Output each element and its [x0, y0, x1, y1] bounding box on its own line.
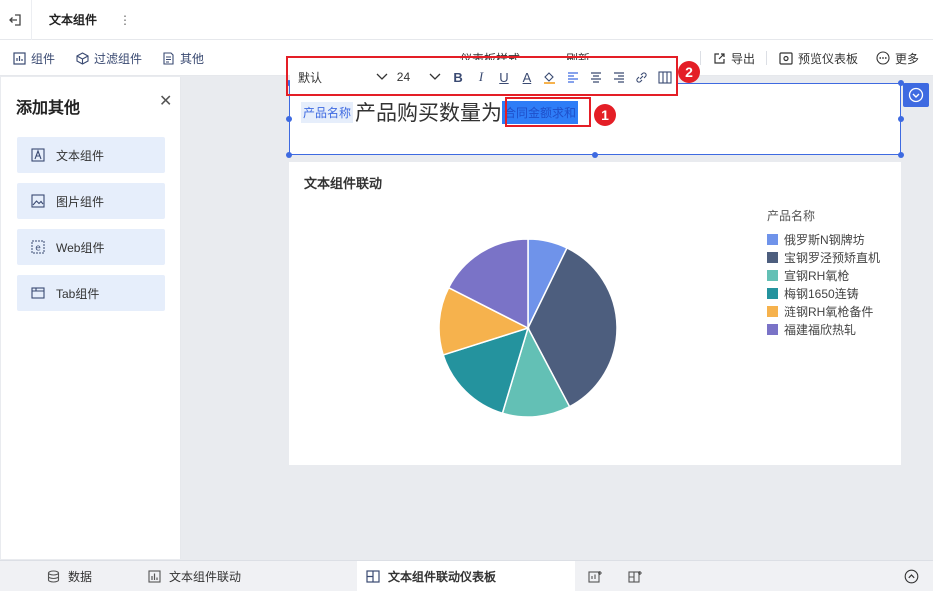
- svg-text:e: e: [35, 244, 41, 254]
- bottom-tab-bar: 数据 文本组件联动 文本组件联动仪表板: [0, 560, 933, 591]
- annotation-box-1: [505, 97, 591, 127]
- text-component-label: 文本组件: [56, 148, 105, 163]
- dashboard-icon: [366, 570, 380, 583]
- component-label: 组件: [31, 51, 56, 66]
- collapse-panel-button[interactable]: [904, 561, 919, 591]
- web-component-button[interactable]: e Web组件: [17, 229, 165, 265]
- other-button[interactable]: 其他: [162, 40, 204, 76]
- resize-handle[interactable]: [898, 152, 904, 158]
- resize-handle[interactable]: [898, 116, 904, 122]
- preview-icon: [779, 51, 793, 65]
- text-icon: [31, 148, 45, 162]
- component-menu-button[interactable]: [903, 83, 929, 107]
- cube-icon: [76, 51, 89, 65]
- legend-item[interactable]: 宝钢罗泾预矫直机: [767, 248, 880, 266]
- preview-dashboard-button[interactable]: 预览仪表板: [779, 40, 858, 76]
- legend-item[interactable]: 福建福欣热轧: [767, 320, 880, 338]
- resize-handle[interactable]: [286, 152, 292, 158]
- export-button[interactable]: 导出: [713, 40, 755, 76]
- filter-component-button[interactable]: 过滤组件: [76, 40, 142, 76]
- tab-text-component-dashboard[interactable]: 文本组件联动仪表板: [357, 561, 575, 591]
- database-icon: [47, 570, 60, 583]
- legend-label: 梅钢1650连铸: [784, 286, 859, 301]
- legend-swatch: [767, 305, 778, 317]
- document-icon: [163, 51, 174, 65]
- chart-component[interactable]: 文本组件联动 产品名称 俄罗斯N钢牌坊 宝钢罗泾预矫直机 宣钢RH氧枪 梅钢1650连…: [289, 162, 901, 465]
- legend-label: 福建福欣热轧: [784, 322, 857, 337]
- page-title: 文本组件: [49, 13, 98, 27]
- add-chart-icon: [588, 570, 602, 583]
- tab-data-label: 数据: [68, 570, 93, 584]
- more-button[interactable]: 更多: [876, 40, 919, 76]
- legend-swatch: [767, 233, 778, 245]
- toolbar-divider: [700, 51, 701, 65]
- close-icon[interactable]: ✕: [159, 94, 172, 110]
- legend-item[interactable]: 宣钢RH氧枪: [767, 266, 880, 284]
- component-button[interactable]: 组件: [13, 40, 55, 76]
- image-icon: [31, 194, 45, 208]
- legend-title: 产品名称: [767, 209, 816, 223]
- legend-label: 涟钢RH氧枪备件: [784, 304, 874, 319]
- panel-title: 添加其他: [16, 100, 81, 117]
- add-chart-tab-button[interactable]: [588, 561, 603, 591]
- tab-icon: [31, 287, 45, 299]
- annotation-marker-1: 1: [594, 104, 616, 126]
- add-other-panel: 添加其他 ✕ 文本组件 图片组件 e Web组件 Tab组件: [1, 77, 181, 559]
- legend-swatch: [767, 323, 778, 335]
- chevron-up-circle-icon: [904, 569, 919, 584]
- add-dashboard-icon: [628, 570, 642, 583]
- legend-label: 宝钢罗泾预矫直机: [784, 250, 881, 265]
- image-component-button[interactable]: 图片组件: [17, 183, 165, 219]
- legend-swatch: [767, 269, 778, 281]
- chart-legend: 产品名称 俄罗斯N钢牌坊宝钢罗泾预矫直机 宣钢RH氧枪 梅钢1650连铸 涟钢RH氧枪…: [767, 207, 880, 338]
- back-button[interactable]: [0, 0, 32, 40]
- toolbar-divider: [766, 51, 767, 65]
- tab-component-label: Tab组件: [56, 286, 100, 301]
- legend-item[interactable]: 俄罗斯N钢牌坊: [767, 230, 880, 248]
- export-label: 导出: [731, 51, 756, 66]
- tab-component-button[interactable]: Tab组件: [17, 275, 165, 311]
- tab-text-component-dashboard-label: 文本组件联动仪表板: [388, 570, 497, 584]
- more-menu-icon[interactable]: ⋮: [119, 13, 131, 27]
- exit-icon: [8, 13, 21, 26]
- tab-text-component-link-label: 文本组件联动: [169, 570, 242, 584]
- web-icon: e: [31, 240, 45, 254]
- legend-label: 宣钢RH氧枪: [784, 268, 850, 283]
- more-icon: [876, 51, 890, 65]
- annotation-box-2: [286, 56, 678, 96]
- more-label: 更多: [895, 51, 920, 66]
- legend-item[interactable]: 梅钢1650连铸: [767, 284, 880, 302]
- tab-text-component-link[interactable]: 文本组件联动: [148, 561, 241, 591]
- legend-swatch: [767, 251, 778, 263]
- web-component-label: Web组件: [56, 240, 105, 255]
- top-bar: 文本组件 ⋮: [0, 0, 933, 40]
- filter-component-label: 过滤组件: [94, 51, 143, 66]
- legend-label: 俄罗斯N钢牌坊: [784, 232, 865, 247]
- chart-icon: [13, 51, 26, 65]
- preview-dashboard-label: 预览仪表板: [798, 51, 859, 66]
- annotation-marker-2: 2: [678, 61, 700, 83]
- legend-item[interactable]: 涟钢RH氧枪备件: [767, 302, 880, 320]
- chevron-down-circle-icon: [908, 87, 924, 103]
- resize-handle[interactable]: [286, 116, 292, 122]
- image-component-label: 图片组件: [56, 194, 105, 209]
- tab-data[interactable]: 数据: [47, 561, 92, 591]
- export-icon: [714, 52, 725, 64]
- text-component-button[interactable]: 文本组件: [17, 137, 165, 173]
- add-dashboard-tab-button[interactable]: [628, 561, 643, 591]
- bar-chart-icon: [148, 570, 161, 583]
- legend-swatch: [767, 287, 778, 299]
- other-label: 其他: [180, 51, 205, 66]
- resize-handle[interactable]: [592, 152, 598, 158]
